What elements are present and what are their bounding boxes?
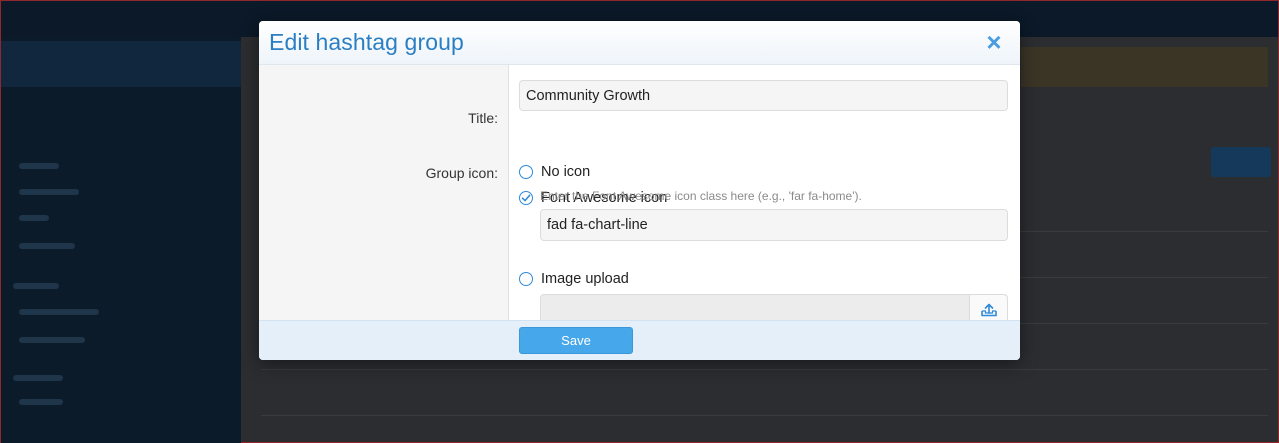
radio-label: No icon: [541, 164, 591, 180]
edit-hashtag-group-dialog: Edit hashtag group × Title: Group icon: …: [259, 21, 1020, 360]
dialog-footer: Save: [259, 320, 1020, 360]
save-button[interactable]: Save: [519, 327, 633, 354]
title-label: Title:: [468, 110, 498, 126]
group-icon-label: Group icon:: [425, 165, 498, 181]
dialog-header: Edit hashtag group ×: [259, 21, 1020, 65]
check-icon: [521, 194, 531, 202]
dialog-body: Title: Group icon: Community Growth No i…: [259, 65, 1020, 326]
radio-image-upload[interactable]: Image upload: [519, 271, 629, 287]
radio-button[interactable]: [519, 272, 533, 286]
radio-label: Image upload: [541, 271, 629, 287]
label-column: Title: Group icon:: [259, 65, 509, 320]
close-icon[interactable]: ×: [982, 29, 1006, 55]
upload-icon: [980, 303, 997, 317]
font-awesome-hint: Enter the Font Awesome icon class here (…: [540, 189, 862, 203]
title-input[interactable]: Community Growth: [519, 80, 1008, 111]
font-awesome-class-input[interactable]: fad fa-chart-line: [540, 209, 1008, 241]
radio-no-icon[interactable]: No icon: [519, 164, 590, 180]
radio-button[interactable]: [519, 165, 533, 179]
radio-button-checked[interactable]: [519, 191, 533, 205]
dialog-title: Edit hashtag group: [269, 29, 464, 55]
